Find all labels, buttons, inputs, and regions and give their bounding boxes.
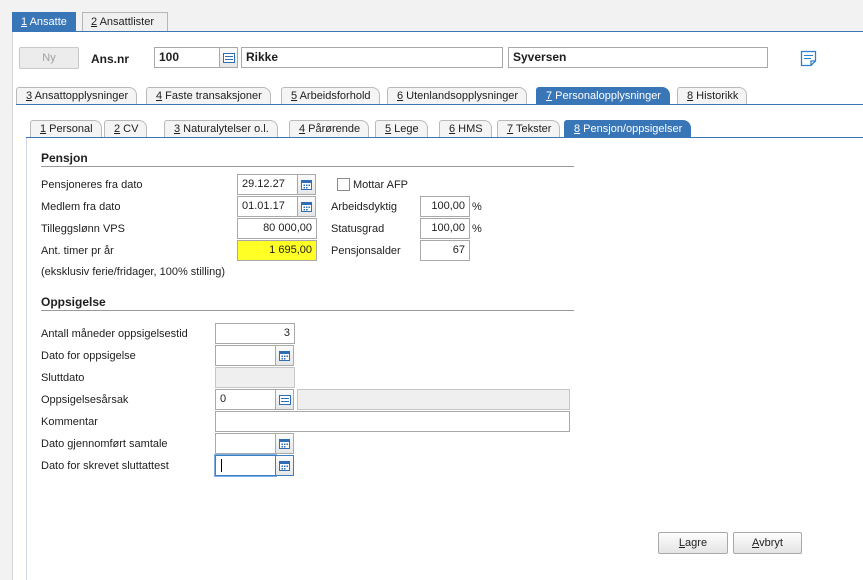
- notes-icon[interactable]: [800, 50, 817, 70]
- calendar-icon: [301, 202, 312, 212]
- oppsigelsesarsak-input[interactable]: 0: [215, 389, 276, 410]
- tilleggslonn-input[interactable]: 80 000,00: [237, 218, 317, 239]
- statusgrad-percent: %: [472, 223, 482, 235]
- tab-row-main: 3 Ansattopplysninger 4 Faste transaksjon…: [16, 87, 863, 105]
- tab-historikk[interactable]: 8 Historikk: [677, 87, 748, 105]
- pensjonsalder-input[interactable]: 67: [420, 240, 470, 261]
- text-caret: [221, 459, 222, 472]
- list-icon: [222, 52, 235, 63]
- dato-samtale-input[interactable]: [215, 433, 276, 454]
- oppsigelsestid-input[interactable]: 3: [215, 323, 295, 344]
- kommentar-label: Kommentar: [41, 416, 98, 428]
- medlem-fra-dato-calendar-button[interactable]: [298, 196, 316, 217]
- ans-nr-input[interactable]: 100: [154, 47, 220, 68]
- oppsigelse-section-title: Oppsigelse: [41, 295, 106, 309]
- dato-sluttattest-label: Dato for skrevet sluttattest: [41, 460, 169, 472]
- ant-timer-input[interactable]: 1 695,00: [237, 240, 317, 261]
- kommentar-input[interactable]: [215, 411, 570, 432]
- arbeidsdyktig-label: Arbeidsdyktig: [331, 201, 398, 213]
- ant-timer-label: Ant. timer pr år: [41, 245, 114, 257]
- ans-nr-label: Ans.nr: [91, 52, 130, 66]
- tab-pensjon-oppsigelser[interactable]: 8 Pensjon/oppsigelser: [564, 120, 692, 138]
- save-button[interactable]: Lagre: [658, 532, 728, 554]
- tab-utenlandsopplysninger[interactable]: 6 Utenlandsopplysninger: [387, 87, 528, 105]
- new-button[interactable]: Ny: [19, 47, 79, 69]
- calendar-icon: [279, 439, 290, 449]
- arbeidsdyktig-percent: %: [472, 201, 482, 213]
- dato-sluttattest-input[interactable]: [215, 455, 276, 476]
- cancel-button[interactable]: Avbryt: [733, 532, 802, 554]
- list-icon: [278, 394, 291, 405]
- tab-hms[interactable]: 6 HMS: [439, 120, 492, 138]
- sluttdato-label: Sluttdato: [41, 372, 85, 384]
- dato-sluttattest-calendar-button[interactable]: [276, 455, 294, 476]
- tab-parorende[interactable]: 4 Pårørende: [289, 120, 370, 138]
- tab-arbeidsforhold[interactable]: 5 Arbeidsforhold: [281, 87, 380, 105]
- tab-naturalytelser[interactable]: 3 Naturalytelser o.l.: [164, 120, 278, 138]
- medlem-fra-dato-input[interactable]: 01.01.17: [237, 196, 298, 217]
- calendar-icon: [279, 461, 290, 471]
- mottar-afp-checkbox[interactable]: [337, 178, 350, 191]
- dato-samtale-label: Dato gjennomført samtale: [41, 438, 168, 450]
- dato-oppsigelse-input[interactable]: [215, 345, 276, 366]
- last-name-input[interactable]: Syversen: [508, 47, 768, 68]
- tab-ansattlister[interactable]: 2 Ansattlister: [82, 12, 168, 32]
- mottar-afp-label: Mottar AFP: [353, 179, 409, 191]
- tilleggslonn-label: Tilleggslønn VPS: [41, 223, 125, 235]
- tab-row-main-underline: [16, 104, 863, 105]
- tab-personalopplysninger[interactable]: 7 Personalopplysninger: [536, 87, 670, 105]
- oppsigelse-section-divider: [41, 310, 574, 311]
- statusgrad-label: Statusgrad: [331, 223, 385, 235]
- tab-faste-transaksjoner[interactable]: 4 Faste transaksjoner: [146, 87, 271, 105]
- tab-tekster[interactable]: 7 Tekster: [497, 120, 561, 138]
- tab-ansattopplysninger[interactable]: 3 Ansattopplysninger: [16, 87, 138, 105]
- timer-note: (eksklusiv ferie/fridager, 100% stilling…: [41, 266, 226, 278]
- pensjon-fra-dato-calendar-button[interactable]: [298, 174, 316, 195]
- pensjon-fra-dato-label: Pensjoneres fra dato: [41, 179, 143, 191]
- dato-samtale-calendar-button[interactable]: [276, 433, 294, 454]
- calendar-icon: [279, 351, 290, 361]
- dato-oppsigelse-label: Dato for oppsigelse: [41, 350, 136, 362]
- oppsigelsesarsak-label: Oppsigelsesårsak: [41, 394, 129, 406]
- dato-oppsigelse-calendar-button[interactable]: [276, 345, 294, 366]
- sluttdato-input: [215, 367, 295, 388]
- pensjon-section-title: Pensjon: [41, 151, 88, 165]
- tab-ansatte[interactable]: 1 Ansatte: [12, 12, 76, 32]
- arbeidsdyktig-input[interactable]: 100,00: [420, 196, 470, 217]
- tab-row-sub: 1 Personal 2 CV 3 Naturalytelser o.l. 4 …: [30, 120, 863, 138]
- tab-personal[interactable]: 1 Personal: [30, 120, 102, 138]
- oppsigelsesarsak-lookup-button[interactable]: [276, 389, 294, 410]
- pensjon-section-divider: [41, 166, 574, 167]
- tab-cv[interactable]: 2 CV: [104, 120, 148, 138]
- oppsigelsesarsak-description: [297, 389, 570, 410]
- oppsigelsestid-label: Antall måneder oppsigelsestid: [41, 328, 188, 340]
- statusgrad-input[interactable]: 100,00: [420, 218, 470, 239]
- pensjon-fra-dato-input[interactable]: 29.12.27: [237, 174, 298, 195]
- ans-nr-lookup-button[interactable]: [220, 47, 238, 68]
- first-name-input[interactable]: Rikke: [241, 47, 503, 68]
- medlem-fra-dato-label: Medlem fra dato: [41, 201, 121, 213]
- calendar-icon: [301, 180, 312, 190]
- pensjonsalder-label: Pensjonsalder: [331, 245, 401, 257]
- tab-lege[interactable]: 5 Lege: [375, 120, 428, 138]
